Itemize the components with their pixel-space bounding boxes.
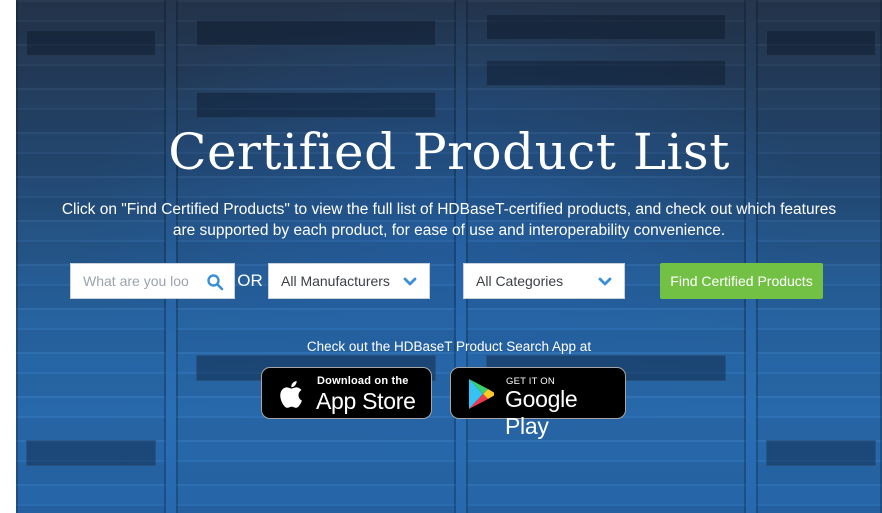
category-select-value: All Categories [476,273,564,289]
app-store-badge[interactable]: Download on the App Store [261,367,432,419]
search-input[interactable] [71,264,201,298]
chevron-down-icon [403,277,417,286]
google-play-badge[interactable]: GET IT ON Google Play [450,367,626,439]
or-label: OR [237,271,263,290]
manufacturer-select-value: All Manufacturers [281,273,390,289]
apple-icon [280,381,302,408]
search-field[interactable] [70,263,235,299]
search-icon[interactable] [206,273,224,291]
apple-badge-caption: Download on the [317,375,409,387]
category-select[interactable]: All Categories [463,263,625,299]
google-badge-title: Google Play [505,386,578,439]
hero-section: Certified Product List Click on "Find Ce… [16,0,882,513]
hero-description: Click on "Find Certified Products" to vi… [61,201,837,239]
apple-badge-title: App Store [316,388,416,414]
chevron-down-icon [598,277,612,286]
find-certified-products-button[interactable]: Find Certified Products [660,263,823,299]
manufacturer-select[interactable]: All Manufacturers [268,263,430,299]
app-promo-text: Check out the HDBaseT Product Search App… [306,339,592,354]
page-title: Certified Product List [168,123,730,181]
google-play-icon [469,379,494,409]
hero-overlay [16,0,882,513]
